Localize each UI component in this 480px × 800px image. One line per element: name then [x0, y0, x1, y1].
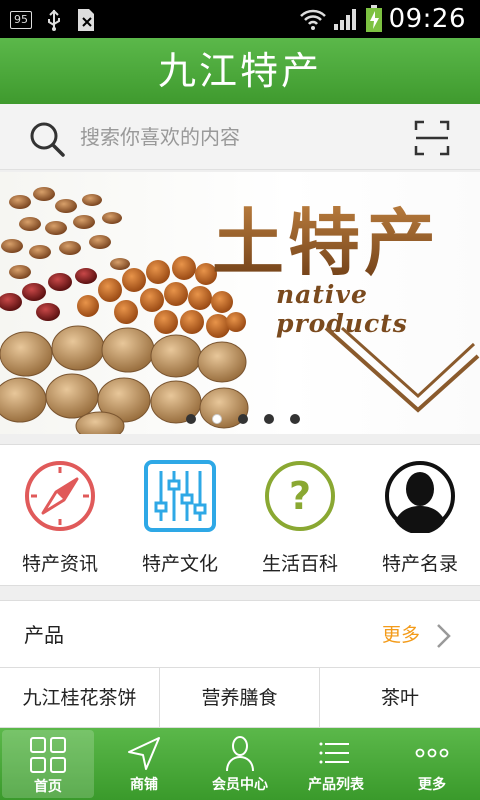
search-icon[interactable]: [28, 120, 66, 158]
category-label: 生活百科: [261, 553, 338, 575]
section-title: 产品: [24, 623, 64, 647]
nav-product-list[interactable]: 产品列表: [288, 728, 384, 800]
more-link[interactable]: 更多: [382, 601, 420, 669]
category-label: 特产名录: [381, 553, 458, 575]
app-header: 九江特产: [0, 38, 480, 104]
banner-headline: 土特产: [212, 184, 440, 289]
category-culture[interactable]: 特产文化: [120, 445, 240, 587]
clock: 09:26: [388, 4, 466, 34]
search-input[interactable]: 搜索你喜欢的内容: [80, 104, 240, 170]
signal-icon: [333, 9, 356, 30]
user-icon: [226, 736, 254, 772]
carousel-dot[interactable]: [264, 414, 274, 424]
carousel-dot[interactable]: [238, 414, 248, 424]
carousel-dot-active[interactable]: [212, 414, 222, 424]
question-icon: ?: [265, 461, 335, 531]
scan-icon[interactable]: [414, 120, 450, 156]
category-news[interactable]: 特产资讯: [0, 445, 120, 587]
chevron-decoration: [324, 326, 480, 413]
compass-icon: [25, 461, 95, 531]
nav-label: 商铺: [130, 777, 158, 793]
category-label: 特产资讯: [21, 553, 98, 575]
nav-shops[interactable]: 商铺: [96, 728, 192, 800]
navigation-arrow-icon: [128, 737, 160, 770]
product-item[interactable]: 营养膳食: [160, 668, 320, 728]
status-bar: 95 09:26: [0, 0, 480, 38]
page-title: 九江特产: [157, 49, 322, 93]
product-list: 九江桂花茶饼 营养膳食 茶叶: [0, 668, 480, 728]
more-dots-icon: [415, 748, 449, 758]
product-item[interactable]: 茶叶: [320, 668, 480, 728]
chevron-right-icon[interactable]: [436, 623, 452, 649]
carousel-indicator[interactable]: [186, 414, 300, 424]
nav-label: 首页: [34, 779, 62, 795]
notification-badge: 95: [10, 11, 32, 29]
battery-charging-icon: [365, 5, 382, 32]
list-icon: [319, 742, 349, 764]
svg-text:?: ?: [289, 474, 311, 518]
document-icon: [78, 9, 94, 31]
nav-member-center[interactable]: 会员中心: [192, 728, 288, 800]
person-silhouette-icon: [385, 461, 455, 533]
nav-home[interactable]: 首页: [2, 730, 94, 798]
promo-banner[interactable]: 土特产 native products: [0, 172, 480, 434]
carousel-dot[interactable]: [290, 414, 300, 424]
category-encyclopedia[interactable]: ? 生活百科: [240, 445, 360, 587]
nav-label: 更多: [418, 777, 446, 793]
usb-icon: [48, 9, 60, 31]
nav-label: 产品列表: [308, 777, 364, 793]
products-section-header: 产品 更多: [0, 600, 480, 668]
category-label: 特产文化: [141, 553, 218, 575]
carousel-dot[interactable]: [186, 414, 196, 424]
grid-icon: [30, 737, 66, 773]
product-item[interactable]: 九江桂花茶饼: [0, 668, 160, 728]
category-directory[interactable]: 特产名录: [360, 445, 480, 587]
wifi-icon: [299, 9, 326, 30]
bottom-nav: 首页 商铺 会员中心 产品列表 更多: [0, 728, 480, 800]
nav-more[interactable]: 更多: [384, 728, 480, 800]
search-bar[interactable]: 搜索你喜欢的内容: [0, 104, 480, 170]
sliders-icon: [144, 460, 216, 532]
category-grid: 特产资讯 特产文化 ? 生活百科 特产名录: [0, 444, 480, 586]
nav-label: 会员中心: [212, 777, 268, 793]
